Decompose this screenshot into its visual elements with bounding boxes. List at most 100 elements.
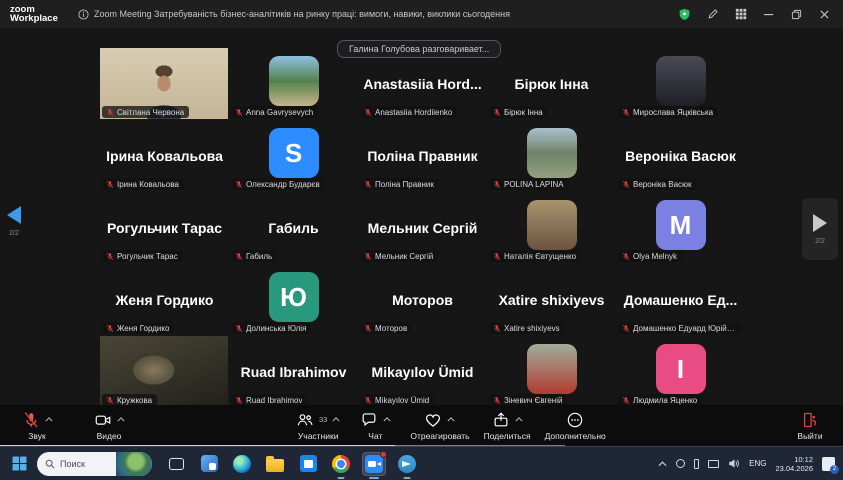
tray-display-icon[interactable] (708, 460, 719, 468)
chevron-up-icon[interactable] (117, 417, 125, 422)
chrome-taskbar-button[interactable] (329, 452, 353, 476)
tray-usb-icon[interactable] (694, 459, 699, 469)
participant-name-label: Вероніка Васюк (633, 180, 692, 189)
participant-name-pill: Anna Gavrysevych (231, 106, 318, 118)
participant-tile[interactable]: POLINA LAPINA (487, 120, 616, 192)
more-button[interactable]: Дополнительно (545, 411, 606, 441)
participant-tile[interactable]: ГабильГабиль (229, 192, 358, 264)
muted-mic-icon (106, 108, 114, 117)
chevron-up-icon[interactable] (515, 417, 523, 422)
start-button[interactable] (12, 456, 27, 471)
task-view-taskbar-button[interactable] (164, 452, 188, 476)
chat-label: Чат (368, 431, 382, 441)
participant-tile[interactable]: Xatire shixiyevsXatire shixiyevs (487, 264, 616, 336)
telegram-icon (398, 455, 416, 473)
close-window-icon[interactable] (818, 8, 831, 21)
tray-speaker-icon[interactable] (728, 458, 740, 469)
participant-tile[interactable]: Світлана Червона (100, 48, 229, 120)
widgets-taskbar-button[interactable] (197, 452, 221, 476)
chevron-up-icon[interactable] (332, 417, 340, 422)
participant-name-label: Поліна Правник (375, 180, 434, 189)
participant-tile[interactable]: Anastasiia Hord...Anastasiia Hordiienko (358, 48, 487, 120)
muted-mic-icon (364, 180, 372, 189)
telegram-taskbar-button[interactable] (395, 452, 419, 476)
participant-name-pill: Рогульчик Тарас (102, 250, 183, 262)
participant-tile[interactable]: Ірина КовальоваІрина Ковальова (100, 120, 229, 192)
leave-button[interactable]: Выйти (789, 411, 831, 441)
participant-name-label: Людмила Яценко (633, 396, 697, 405)
participant-tile[interactable]: Женя ГордикоЖеня Гордико (100, 264, 229, 336)
participant-name-pill: POLINA LAPINA (489, 178, 569, 190)
participant-name-pill: Ірина Ковальова (102, 178, 184, 190)
participant-name-label: Женя Гордико (117, 324, 169, 333)
participant-tile[interactable]: МоторовМоторов (358, 264, 487, 336)
notification-center-button[interactable]: 2 (822, 457, 835, 471)
participant-name-pill: Anastasiia Hordiienko (360, 106, 457, 118)
participant-name-label: POLINA LAPINA (504, 180, 564, 189)
annotate-pencil-icon[interactable] (706, 8, 719, 21)
clock[interactable]: 10:12 23.04.2026 (775, 455, 813, 473)
participants-button[interactable]: 33Участники (296, 411, 340, 441)
participant-tile[interactable]: Мирослава Яцківська (616, 48, 745, 120)
participant-name-pill: Наталія Євтущенко (489, 250, 581, 262)
system-tray: ENG 10:12 23.04.2026 2 (658, 455, 835, 473)
participants-count-badge: 33 (319, 415, 327, 424)
participant-photo-avatar (269, 56, 319, 106)
participant-tile[interactable]: MOlya Melnyk (616, 192, 745, 264)
participant-tile[interactable]: Mikayılov ÜmidMikayılov Ümid (358, 336, 487, 408)
chevron-up-icon[interactable] (45, 417, 53, 422)
muted-mic-icon (622, 396, 630, 405)
participant-tile[interactable]: IЛюдмила Яценко (616, 336, 745, 408)
participant-tile[interactable]: Бірюк ІннаБірюк Інна (487, 48, 616, 120)
minimize-icon[interactable] (762, 8, 775, 21)
video-button[interactable]: Видео (88, 411, 130, 441)
participant-tile[interactable]: Кружкова (100, 336, 229, 408)
chat-button[interactable]: Чат (354, 411, 396, 441)
tray-chevron-up-icon[interactable] (658, 461, 667, 467)
edge-taskbar-button[interactable] (230, 452, 254, 476)
previous-page-button[interactable]: 2/2 (7, 206, 21, 237)
explorer-taskbar-button[interactable] (263, 452, 287, 476)
participant-tile[interactable]: Рогульчик ТарасРогульчик Тарас (100, 192, 229, 264)
react-button[interactable]: Отреагировать (410, 411, 469, 441)
participant-name-label: Anastasiia Hordiienko (375, 108, 452, 117)
mic-muted-icon (22, 411, 40, 429)
participant-tile[interactable]: ЮДолинська Юлія (229, 264, 358, 336)
next-page-button[interactable]: 2/2 (802, 198, 838, 260)
participant-name-label: Долинська Юлія (246, 324, 306, 333)
tray-sync-icon[interactable] (676, 459, 685, 468)
participant-name-pill: Мирослава Яцківська (618, 106, 718, 118)
participants-icon (296, 411, 314, 429)
participant-tile[interactable]: Ruad IbrahimovRuad Ibrahimov (229, 336, 358, 408)
participant-tile[interactable]: Вероніка ВасюкВероніка Васюк (616, 120, 745, 192)
security-shield-icon[interactable] (678, 8, 691, 21)
participant-tile[interactable]: SОлександр Бударєв (229, 120, 358, 192)
view-grid-icon[interactable] (734, 8, 747, 21)
store-taskbar-button[interactable] (296, 452, 320, 476)
participant-tile[interactable]: Мельник СергійМельник Сергій (358, 192, 487, 264)
muted-mic-icon (493, 180, 501, 189)
share-button[interactable]: Поделиться (484, 411, 531, 441)
participant-tile[interactable]: Наталія Євтущенко (487, 192, 616, 264)
taskbar-search-input[interactable]: Поиск (37, 452, 152, 476)
participant-name-pill: Мельник Сергій (360, 250, 438, 262)
participant-name-pill: Бірюк Інна (489, 106, 548, 118)
chevron-up-icon[interactable] (447, 417, 455, 422)
explorer-icon (266, 459, 284, 472)
taskbar-apps (164, 452, 419, 476)
zoom-taskbar-button[interactable] (362, 452, 386, 476)
more-icon (566, 411, 584, 429)
participant-tile[interactable]: Anna Gavrysevych (229, 48, 358, 120)
clock-date: 23.04.2026 (775, 464, 813, 473)
participant-name-label: Моторов (375, 324, 407, 333)
video-label: Видео (97, 431, 122, 441)
toolbar-left-group: Звук Видео (16, 411, 130, 441)
audio-button[interactable]: Звук (16, 411, 58, 441)
participant-tile[interactable]: Поліна ПравникПоліна Правник (358, 120, 487, 192)
participant-tile[interactable]: Домашенко Ед...Домашенко Едуард Юрійо... (616, 264, 745, 336)
chevron-up-icon[interactable] (383, 417, 391, 422)
video-grid-stage: Світлана ЧервонаAnna Gavrysevych Anastasi… (0, 28, 843, 405)
participant-tile[interactable]: Зіневич Євгеній (487, 336, 616, 408)
language-indicator[interactable]: ENG (749, 459, 766, 468)
restore-window-icon[interactable] (790, 8, 803, 21)
